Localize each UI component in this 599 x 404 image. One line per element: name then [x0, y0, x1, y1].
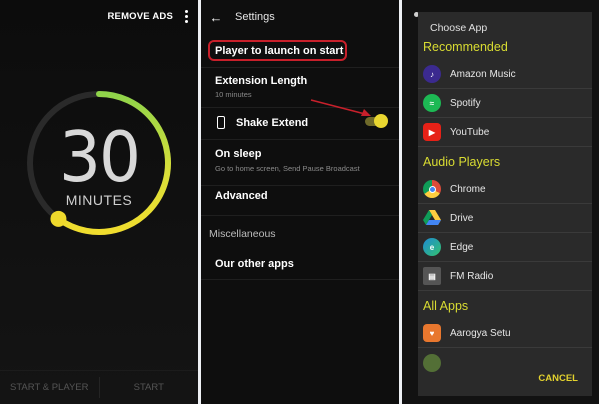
category-recommended: Recommended: [423, 40, 508, 54]
app-item[interactable]: ≈ Spotify: [418, 89, 592, 118]
timer-unit: MINUTES: [65, 192, 133, 208]
app-item[interactable]: ▶ YouTube: [418, 118, 592, 147]
toggle-knob: [374, 114, 388, 128]
app-label: Amazon Music: [450, 68, 516, 80]
settings-item-subtitle: Go to home screen, Send Pause Broadcast: [215, 164, 360, 173]
app-item[interactable]: ♪ Amazon Music: [418, 60, 592, 89]
amazon-music-icon: ♪: [423, 65, 441, 83]
drive-icon: [423, 209, 441, 227]
phone-icon: [217, 116, 225, 129]
app-item[interactable]: Drive: [418, 204, 592, 233]
back-arrow-icon[interactable]: ←: [201, 0, 231, 34]
android-icon: [423, 353, 441, 372]
app-label: YouTube: [450, 126, 490, 138]
timer-bottom-bar: START & PLAYER START: [0, 370, 198, 404]
aarogya-setu-icon: ♥: [423, 324, 441, 342]
settings-item-player-to-launch[interactable]: Player to launch on start: [201, 34, 399, 68]
page-title: Settings: [235, 11, 275, 23]
start-button[interactable]: START: [100, 371, 199, 404]
settings-screen: ← Settings Player to launch on start Ext…: [201, 0, 399, 404]
settings-item-label: Our other apps: [215, 258, 294, 270]
app-label: Aarogya Setu: [450, 327, 511, 339]
cancel-button[interactable]: CANCEL: [538, 373, 578, 384]
chrome-icon: [423, 180, 441, 198]
settings-item-label: Advanced: [215, 190, 268, 202]
spotify-icon: ≈: [423, 94, 441, 112]
start-and-player-button[interactable]: START & PLAYER: [0, 371, 99, 404]
app-label: Spotify: [450, 97, 481, 109]
youtube-icon: ▶: [423, 123, 441, 141]
settings-item-label: Player to launch on start: [215, 45, 344, 57]
app-item[interactable]: ♥ Aarogya Setu: [418, 319, 592, 348]
app-item[interactable]: ▤ FM Radio: [418, 262, 592, 291]
edge-icon: e: [423, 238, 441, 256]
section-header: Miscellaneous: [209, 228, 276, 240]
settings-item-subtitle: 10 minutes: [215, 90, 252, 99]
timer-handle[interactable]: [50, 210, 67, 227]
settings-item-on-sleep[interactable]: On sleep Go to home screen, Send Pause B…: [201, 140, 399, 186]
settings-item-label: Extension Length: [215, 75, 308, 87]
app-label: Edge: [450, 241, 474, 253]
timer-value: 30: [59, 117, 141, 198]
category-all-apps: All Apps: [423, 299, 469, 313]
dialog-title: Choose App: [430, 22, 488, 34]
app-item[interactable]: e Edge: [418, 233, 592, 262]
settings-item-other-apps[interactable]: Our other apps: [201, 252, 399, 280]
app-label: Chrome: [450, 183, 486, 195]
settings-item-advanced[interactable]: Advanced: [201, 186, 399, 216]
app-label: Drive: [450, 212, 474, 224]
settings-header: ← Settings: [201, 0, 399, 34]
choose-app-dialog: Choose App Recommended ♪ Amazon Music ≈ …: [418, 12, 592, 396]
app-label: FM Radio: [450, 270, 494, 282]
radio-icon: ▤: [423, 267, 441, 285]
category-audio-players: Audio Players: [423, 155, 501, 169]
settings-item-label: On sleep: [215, 148, 262, 160]
timer-screen: REMOVE ADS 30 MINUTES START & PLAYER STA…: [0, 0, 198, 404]
settings-item-label: Shake Extend: [236, 117, 309, 129]
choose-app-screen: Choose App Recommended ♪ Amazon Music ≈ …: [402, 0, 599, 404]
app-item[interactable]: Chrome: [418, 175, 592, 204]
